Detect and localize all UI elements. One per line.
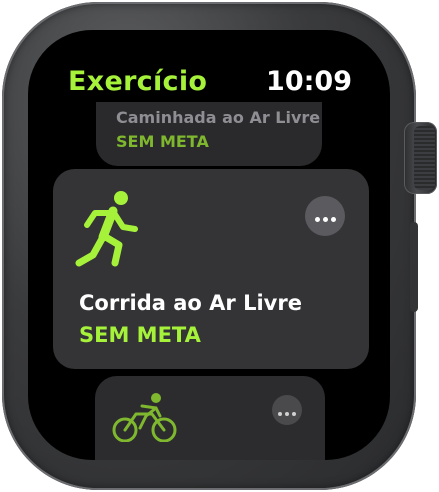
cycling-icon — [112, 393, 177, 442]
watch-screen: Exercício 10:09 Caminhada ao Ar Livre SE… — [28, 30, 390, 460]
workout-goal: SEM META — [79, 323, 201, 347]
app-title: Exercício — [68, 66, 208, 97]
clock-time: 10:09 — [266, 66, 352, 97]
ellipsis-icon — [313, 207, 337, 226]
ellipsis-icon — [277, 401, 298, 420]
more-options-button[interactable] — [272, 395, 302, 425]
digital-crown[interactable] — [404, 122, 437, 194]
running-icon — [75, 191, 138, 267]
workout-goal: SEM META — [116, 132, 209, 151]
workout-card-outdoor-walk[interactable]: Caminhada ao Ar Livre SEM META — [96, 102, 322, 166]
workout-card-outdoor-run[interactable]: Corrida ao Ar Livre SEM META — [53, 169, 369, 369]
workout-name: Caminhada ao Ar Livre — [116, 108, 321, 127]
apple-watch: Exercício 10:09 Caminhada ao Ar Livre SE… — [0, 0, 439, 492]
more-options-button[interactable] — [305, 196, 345, 236]
workout-name: Corrida ao Ar Livre — [79, 291, 302, 315]
workout-card-outdoor-cycle[interactable] — [95, 376, 325, 460]
side-button[interactable] — [410, 222, 418, 312]
